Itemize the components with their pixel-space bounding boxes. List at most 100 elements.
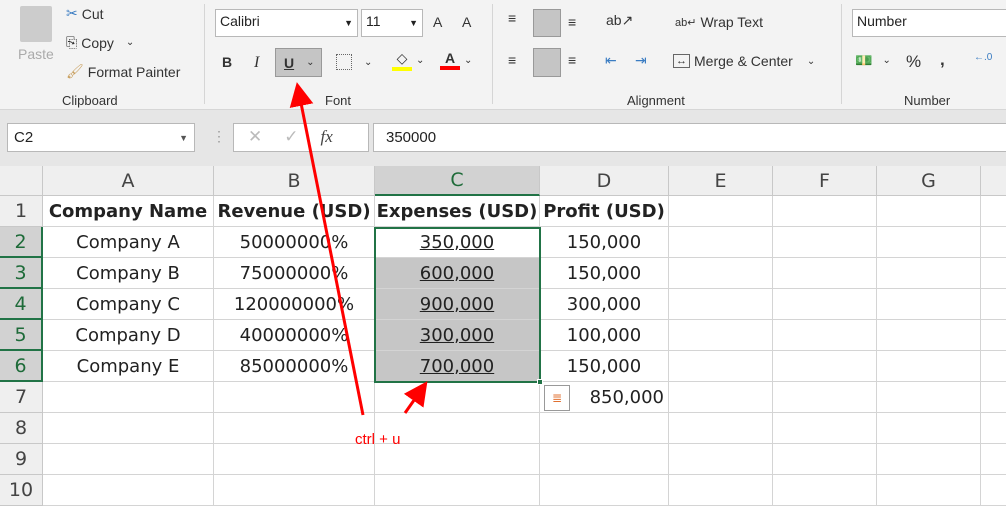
row-header-6[interactable]: 6 (0, 351, 43, 382)
cell[interactable] (877, 351, 981, 382)
align-center-button[interactable] (533, 48, 561, 77)
fill-handle[interactable] (537, 379, 543, 385)
row-header-8[interactable]: 8 (0, 413, 43, 444)
cell[interactable] (669, 382, 773, 413)
cell[interactable] (669, 227, 773, 258)
align-top-icon[interactable]: ≡ (508, 10, 516, 26)
row-header-5[interactable]: 5 (0, 320, 43, 351)
column-header-A[interactable]: A (43, 166, 214, 196)
align-left-icon[interactable]: ≡ (508, 52, 516, 68)
cell[interactable] (669, 289, 773, 320)
cell[interactable]: 40000000% (214, 320, 375, 351)
increase-font-icon[interactable]: A (433, 14, 442, 30)
row-header-7[interactable]: 7 (0, 382, 43, 413)
cell[interactable] (981, 444, 1006, 475)
cell[interactable] (877, 475, 981, 506)
quick-analysis-icon[interactable]: ≣ (544, 385, 570, 411)
cell[interactable]: 150,000 (540, 258, 669, 289)
cell[interactable] (981, 351, 1006, 382)
column-header-G[interactable]: G (877, 166, 981, 196)
cell[interactable]: 350,000 (375, 227, 540, 258)
cell[interactable]: Company B (43, 258, 214, 289)
increase-decimal-icon[interactable]: ←.0 (974, 52, 992, 63)
cell[interactable]: Expenses (USD) (375, 196, 540, 227)
increase-indent-icon[interactable]: ⇥ (635, 52, 647, 69)
row-header-3[interactable]: 3 (0, 258, 43, 289)
cell[interactable] (877, 196, 981, 227)
cell[interactable] (981, 289, 1006, 320)
cut-button[interactable]: ✂ Cut (66, 5, 104, 22)
cell[interactable]: Profit (USD) (540, 196, 669, 227)
cell[interactable] (877, 382, 981, 413)
select-all-button[interactable] (0, 166, 43, 196)
cell[interactable]: Company D (43, 320, 214, 351)
cell[interactable] (669, 258, 773, 289)
cell[interactable] (669, 475, 773, 506)
align-bottom-icon[interactable]: ≡ (568, 14, 576, 30)
cell[interactable] (669, 196, 773, 227)
cell[interactable] (773, 413, 877, 444)
currency-icon[interactable]: 💵 ⌄ (855, 52, 891, 69)
cell[interactable] (540, 444, 669, 475)
cell[interactable]: 300,000 (540, 289, 669, 320)
column-header-B[interactable]: B (214, 166, 375, 196)
cell[interactable] (669, 351, 773, 382)
cell[interactable] (981, 475, 1006, 506)
drag-handle-icon[interactable]: ⋮ (212, 128, 226, 145)
cell[interactable] (773, 289, 877, 320)
formula-input[interactable]: 350000 (373, 123, 1006, 152)
orientation-icon[interactable]: ab↗ (606, 12, 633, 29)
cell[interactable] (773, 444, 877, 475)
insert-function-button[interactable]: fx (321, 127, 333, 146)
cell[interactable] (773, 320, 877, 351)
paste-button[interactable]: Paste (18, 6, 54, 62)
cell[interactable] (877, 444, 981, 475)
cell[interactable] (877, 413, 981, 444)
align-right-icon[interactable]: ≡ (568, 52, 576, 68)
cell[interactable] (214, 444, 375, 475)
cell[interactable] (981, 227, 1006, 258)
cell[interactable] (981, 382, 1006, 413)
row-header-1[interactable]: 1 (0, 196, 43, 227)
cell[interactable]: 900,000 (375, 289, 540, 320)
spreadsheet-grid[interactable]: A B C D E F G 1 Company Name Revenue (USD) Expense… (0, 166, 1006, 506)
cell[interactable] (669, 320, 773, 351)
font-name-dropdown[interactable]: Calibri ▼ (215, 9, 358, 37)
cancel-icon[interactable]: ✕ (248, 127, 262, 146)
cell[interactable] (877, 289, 981, 320)
cell[interactable]: Company A (43, 227, 214, 258)
cell[interactable]: 150,000 (540, 227, 669, 258)
cell[interactable] (214, 382, 375, 413)
font-color-button[interactable]: A ⌄ (440, 50, 472, 70)
cell[interactable]: 700,000 (375, 351, 540, 382)
enter-icon[interactable]: ✓ (284, 127, 298, 146)
cell[interactable] (540, 475, 669, 506)
cell[interactable] (540, 413, 669, 444)
underline-button[interactable]: U ⌄ (275, 48, 322, 77)
cell[interactable] (981, 196, 1006, 227)
cell[interactable] (375, 382, 540, 413)
font-size-dropdown[interactable]: 11 ▼ (361, 9, 423, 37)
cell[interactable] (773, 382, 877, 413)
cell[interactable] (773, 196, 877, 227)
cell[interactable] (877, 258, 981, 289)
cell[interactable] (981, 413, 1006, 444)
number-format-dropdown[interactable]: Number (852, 9, 1006, 37)
cell[interactable] (773, 258, 877, 289)
cell[interactable] (43, 382, 214, 413)
cell[interactable]: 75000000% (214, 258, 375, 289)
cell[interactable] (981, 258, 1006, 289)
cell[interactable] (669, 413, 773, 444)
cell[interactable] (773, 351, 877, 382)
wrap-text-button[interactable]: ab↵ Wrap Text (675, 14, 763, 30)
row-header-2[interactable]: 2 (0, 227, 43, 258)
fill-color-button[interactable]: ◇ ⌄ (392, 50, 424, 71)
cell[interactable]: 300,000 (375, 320, 540, 351)
cell[interactable]: Company E (43, 351, 214, 382)
column-header-E[interactable]: E (669, 166, 773, 196)
cell[interactable] (214, 475, 375, 506)
column-header-C[interactable]: C (375, 166, 540, 196)
name-box[interactable]: C2 ▼ (7, 123, 195, 152)
merge-center-button[interactable]: ↔ Merge & Center ⌄ (673, 53, 815, 69)
cell[interactable] (669, 444, 773, 475)
